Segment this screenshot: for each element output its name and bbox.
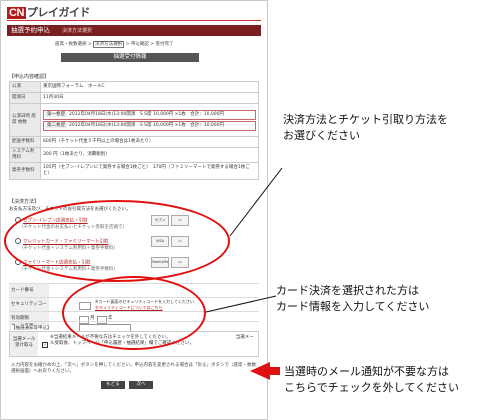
callout-payment: 決済方法とチケット引取り方法を お選びください bbox=[283, 112, 448, 144]
callout-connectors bbox=[205, 167, 283, 380]
red-arrow-icon bbox=[250, 362, 280, 380]
callout-notify-line2: こちらでチェックを外してください bbox=[284, 381, 460, 394]
callout-payment-line2: お選びください bbox=[283, 129, 360, 142]
callout-card-line1: カード決済を選択された方は bbox=[276, 284, 419, 297]
callout-notify-line1: 当選時のメール通知が不要な方は bbox=[284, 365, 449, 378]
callout-card-line2: カード情報を入力してください bbox=[276, 300, 430, 313]
callout-card: カード決済を選択された方は カード情報を入力してください bbox=[276, 283, 429, 315]
callout-payment-line1: 決済方法とチケット引取り方法を bbox=[283, 113, 448, 126]
callout-notify: 当選時のメール通知が不要な方は こちらでチェックを外してください bbox=[284, 364, 459, 396]
